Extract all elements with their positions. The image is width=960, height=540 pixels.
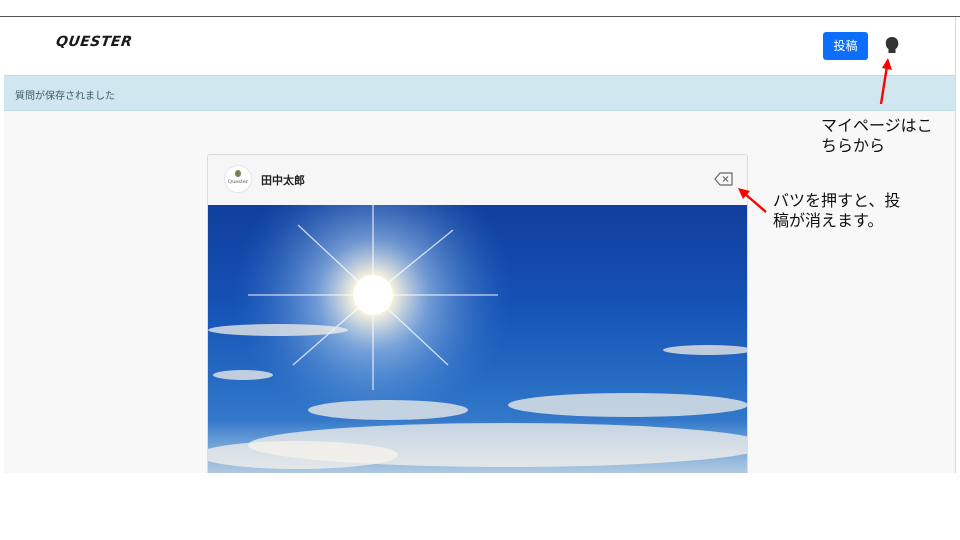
app-window: QUESTER 投稿 質問が保存されました Quester 田中太郎 [4, 17, 955, 473]
avatar-mark [235, 170, 241, 177]
post-button[interactable]: 投稿 [823, 32, 868, 60]
avatar[interactable]: Quester [224, 165, 252, 193]
post-card-header: Quester 田中太郎 [208, 155, 747, 205]
post-user-name: 田中太郎 [261, 174, 305, 187]
header: QUESTER 投稿 [4, 17, 955, 75]
user-silhouette-icon[interactable] [884, 36, 900, 56]
arrow-to-close [738, 188, 767, 213]
annotation-mypage: マイページはこ ちらから [821, 117, 951, 157]
annotation-mypage-line2: ちらから [821, 138, 886, 155]
backspace-close-icon[interactable] [714, 171, 734, 187]
post-card: Quester 田中太郎 [207, 154, 748, 473]
alert-message: 質問が保存されました [15, 91, 115, 102]
annotation-close-line1: バツを押すと、投 [773, 193, 901, 210]
save-alert: 質問が保存されました [4, 75, 955, 111]
arrow-to-mypage [879, 58, 892, 105]
annotation-close: バツを押すと、投 稿が消えます。 [773, 192, 923, 232]
post-photo [208, 205, 747, 473]
window-edge [955, 17, 956, 473]
annotation-mypage-line1: マイページはこ [821, 118, 933, 135]
annotation-close-line2: 稿が消えます。 [773, 213, 884, 230]
avatar-text: Quester [227, 179, 249, 185]
site-logo[interactable]: QUESTER [55, 34, 134, 50]
